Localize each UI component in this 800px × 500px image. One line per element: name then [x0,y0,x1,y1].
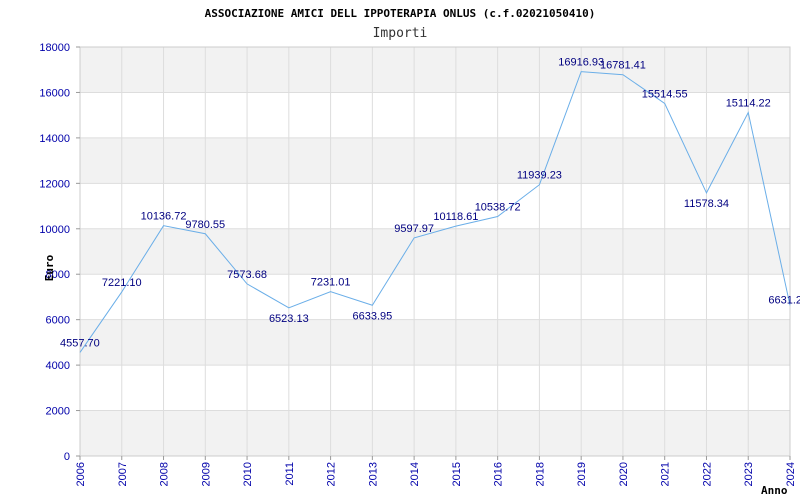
y-tick-label: 0 [64,451,70,463]
line-chart: ASSOCIAZIONE AMICI DELL IPPOTERAPIA ONLU… [39,7,800,497]
data-label: 6633.95 [352,310,392,322]
y-tick-label: 16000 [39,87,70,99]
y-tick-label: 18000 [39,42,70,54]
x-tick-label: 2014 [409,462,421,486]
y-tick-label: 4000 [46,360,70,372]
chart-title: ASSOCIAZIONE AMICI DELL IPPOTERAPIA ONLU… [205,7,596,20]
data-label: 6523.13 [269,313,309,325]
x-tick-label: 2008 [159,462,171,486]
data-label: 7573.68 [227,269,267,281]
y-tick-label: 2000 [46,406,70,418]
data-label: 15514.55 [642,88,688,100]
grid-band [80,410,790,456]
y-tick-label: 14000 [39,133,70,145]
grid-band [80,228,790,275]
data-label: 4557.70 [60,337,100,349]
grid-band [80,47,790,93]
data-label: 7231.01 [311,277,351,289]
x-tick-label: 2020 [618,462,630,486]
data-labels: 4557.70 7221.10 10136.729780.55 7573.68 6523… [60,57,800,350]
x-tick-label: 2010 [242,462,254,486]
data-label: 16916.93 [558,57,604,69]
x-tick-label: 2013 [367,462,379,486]
data-label: 16781.41 [600,60,646,72]
x-tick-label: 2019 [576,462,588,486]
grid-band [80,319,790,366]
y-tick-label: 6000 [46,315,70,327]
chart-subtitle: Importi [373,26,428,41]
y-axis-label: Euro [43,254,56,281]
x-tick-label: 2018 [534,462,546,486]
y-tick-label: 10000 [39,224,70,236]
x-tick-label: 2006 [75,462,87,486]
data-label: 10136.72 [141,211,187,223]
x-tick-label: 2022 [701,462,713,486]
y-axis-ticks: 0200040006000800010000120001400016000180… [39,42,80,463]
data-label: 9597.97 [394,223,434,235]
data-label: 11939.23 [517,170,562,182]
x-tick-label: 2024 [785,462,797,486]
x-tick-label: 2011 [284,462,296,486]
data-label: 10538.72 [475,202,521,214]
x-tick-label: 2007 [117,462,129,486]
data-label: 6631.2 [768,294,800,306]
x-tick-label: 2016 [493,462,505,486]
x-tick-label: 2015 [451,462,463,486]
x-tick-label: 2023 [743,462,755,486]
data-label: 10118.61 [433,211,478,223]
x-tick-label: 2021 [660,462,672,486]
data-label: 9780.55 [185,219,225,231]
data-label: 7221.10 [102,277,142,289]
y-tick-label: 12000 [39,178,70,190]
grid-bands [80,47,790,456]
x-axis-label: Anno [761,484,788,497]
data-label: 11578.34 [684,198,729,210]
x-tick-label: 2012 [326,462,338,486]
x-tick-label: 2009 [200,462,212,486]
data-label: 15114.22 [726,98,771,110]
x-axis-ticks: 2006 2007 2008 2009 2010 2011 2012 2013 2014 2015… [75,456,797,486]
